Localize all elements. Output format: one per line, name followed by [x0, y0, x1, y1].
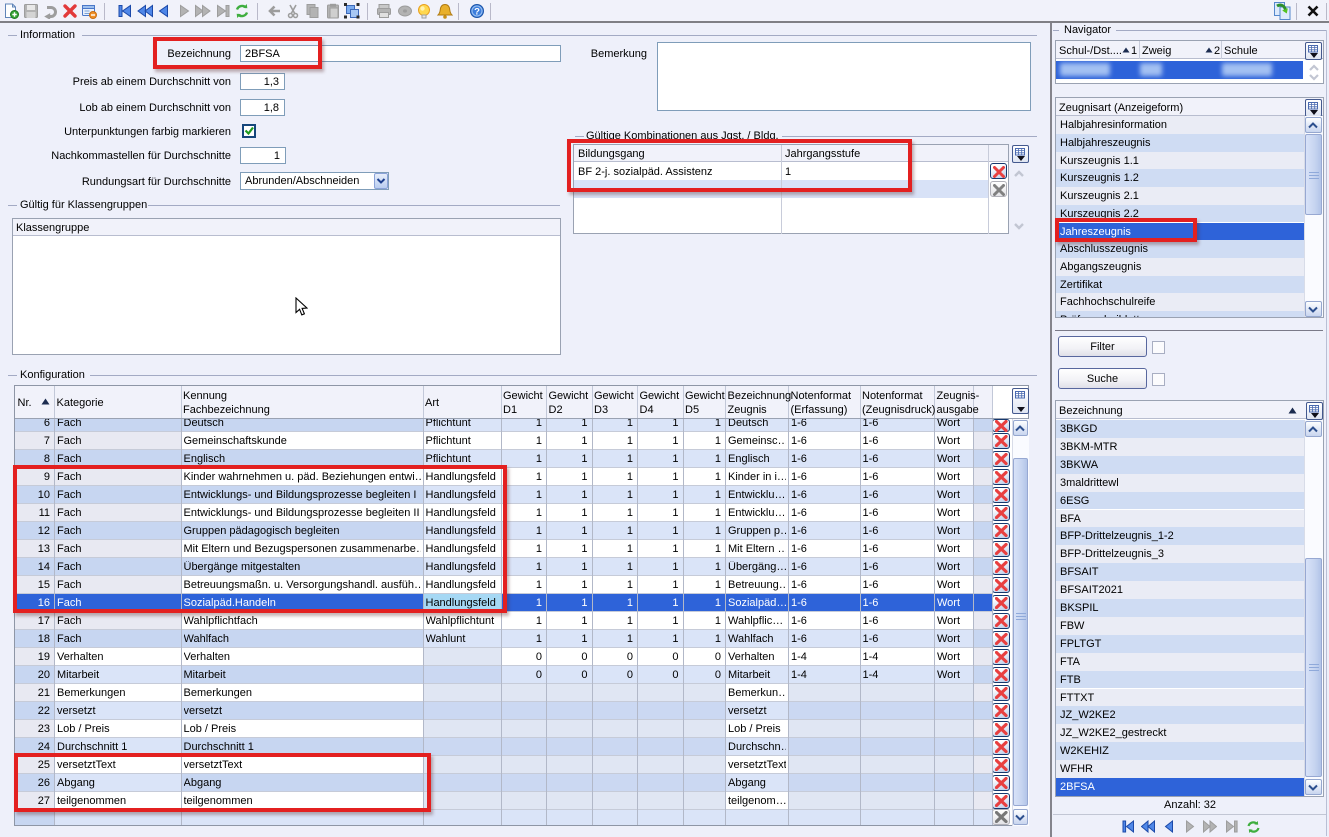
svg-text:?: ? [474, 7, 480, 18]
